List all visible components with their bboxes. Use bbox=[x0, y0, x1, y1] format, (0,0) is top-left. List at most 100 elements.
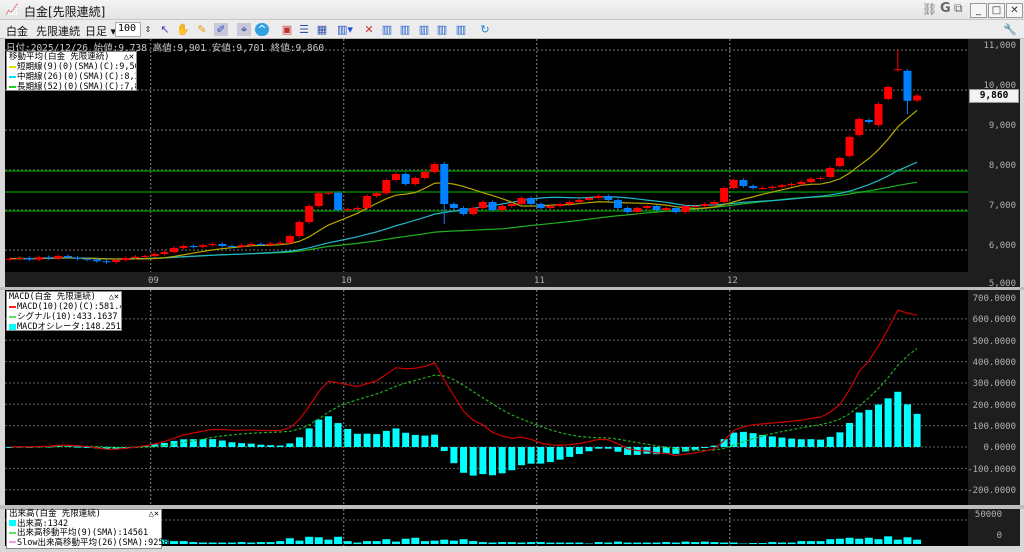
candle-body bbox=[797, 182, 806, 184]
macd-oscillator-bar bbox=[363, 433, 371, 447]
legend-collapse-close-icon[interactable]: △✕ bbox=[109, 292, 119, 302]
macd-oscillator-bar bbox=[826, 436, 834, 447]
candle-body bbox=[913, 95, 922, 101]
macd-oscillator-bar bbox=[595, 447, 603, 449]
candle-body bbox=[575, 200, 584, 202]
macd-oscillator-bar bbox=[575, 447, 583, 455]
candle-body bbox=[334, 192, 343, 210]
candle-body bbox=[565, 202, 574, 204]
candle-body bbox=[749, 186, 758, 188]
macd-oscillator-bar bbox=[797, 439, 805, 447]
candle-body bbox=[585, 198, 593, 200]
candle-body bbox=[469, 208, 478, 214]
volume-bar bbox=[681, 541, 690, 544]
volume-legend[interactable]: 出来高(白金 先限連続) △✕ 出来高:1342 出来高移動平均(9)(SMA):… bbox=[6, 509, 169, 549]
macd-oscillator-bar bbox=[614, 447, 622, 452]
volume-bar bbox=[295, 540, 304, 544]
macd-oscillator-bar bbox=[421, 435, 429, 447]
candle-body bbox=[556, 204, 565, 206]
candle-body bbox=[662, 208, 671, 210]
candle-body bbox=[604, 196, 613, 200]
last-price-label: 9,860 bbox=[969, 89, 1019, 103]
candle-body bbox=[845, 137, 854, 156]
mid-ma-value: 中期線(26)(0)(SMA)(C):8,303 bbox=[17, 72, 137, 82]
macd-legend[interactable]: MACD(白金 先限連続) △✕ MACD(10)(20)(C):581.4150… bbox=[6, 291, 122, 331]
candle-body bbox=[594, 196, 603, 198]
candle-body bbox=[25, 258, 34, 260]
volume-bar bbox=[430, 540, 439, 544]
volume-bar bbox=[835, 538, 844, 544]
volume-bar bbox=[372, 541, 381, 544]
candle-body bbox=[121, 258, 130, 260]
macd-oscillator-bar bbox=[402, 432, 410, 447]
volume-bar bbox=[768, 542, 777, 544]
macd-oscillator-bar bbox=[913, 413, 921, 447]
macd-oscillator-bar bbox=[527, 447, 535, 464]
volume-bar bbox=[652, 542, 661, 544]
candle-body bbox=[527, 198, 536, 204]
macd-oscillator-bar bbox=[691, 447, 699, 450]
candle-body bbox=[141, 256, 150, 257]
macd-swatch bbox=[9, 305, 16, 308]
candle-body bbox=[382, 180, 391, 194]
short-ma-line bbox=[9, 109, 918, 260]
macd-oscillator-bar bbox=[894, 391, 902, 447]
macd-oscillator-bar bbox=[768, 436, 776, 447]
candle-body bbox=[256, 244, 265, 245]
volume-bar bbox=[613, 541, 622, 544]
macd-oscillator-bar bbox=[267, 445, 275, 447]
volume-bar bbox=[189, 542, 198, 544]
short-ma-swatch bbox=[9, 65, 16, 68]
macd-value: MACD(10)(20)(C):581.4150 bbox=[17, 302, 121, 312]
legend-collapse-close-icon[interactable]: △✕ bbox=[149, 509, 159, 520]
candle-body bbox=[372, 193, 381, 196]
macd-oscillator-bar bbox=[739, 431, 747, 447]
candle-body bbox=[864, 120, 873, 122]
candle-body bbox=[63, 256, 72, 258]
macd-oscillator-bar bbox=[884, 398, 892, 447]
candle-body bbox=[710, 202, 719, 204]
candle-body bbox=[681, 206, 690, 212]
volume-bar bbox=[604, 542, 613, 544]
macd-oscillator-bar bbox=[836, 432, 844, 447]
macd-oscillator-bar bbox=[469, 447, 477, 476]
macd-oscillator-bar bbox=[875, 404, 882, 447]
volume-bar bbox=[305, 536, 314, 544]
candle-body bbox=[237, 245, 246, 247]
volume-bar bbox=[594, 542, 603, 544]
macd-oscillator-bar bbox=[431, 434, 439, 447]
legend-collapse-close-icon[interactable]: △✕ bbox=[124, 52, 134, 62]
macd-oscillator-bar bbox=[460, 447, 468, 473]
macd-oscillator-bar bbox=[701, 447, 709, 448]
volume-bar bbox=[411, 537, 420, 544]
volume-bar bbox=[478, 542, 487, 544]
candle-body bbox=[343, 209, 352, 211]
candle-body bbox=[623, 208, 632, 212]
macd-oscillator-bar bbox=[865, 409, 873, 447]
volume-bar bbox=[285, 538, 294, 544]
candle-body bbox=[247, 244, 256, 246]
candle-body bbox=[768, 186, 777, 188]
candle-body bbox=[392, 174, 400, 180]
macd-oscillator-bar bbox=[296, 437, 303, 447]
volume-bar bbox=[382, 539, 391, 544]
macd-oscillator-bar bbox=[382, 430, 390, 447]
candle-body bbox=[816, 178, 825, 179]
macd-oscillator-bar bbox=[537, 447, 545, 464]
macd-oscillator-bar bbox=[305, 428, 313, 447]
candle-body bbox=[778, 185, 786, 187]
candle-body bbox=[478, 202, 487, 208]
candle-body bbox=[613, 200, 622, 208]
candle-body bbox=[44, 257, 53, 259]
candle-body bbox=[227, 246, 236, 247]
ma-legend[interactable]: 移動平均(白金 先限連続) △✕ 短期線(9)(0)(SMA)(C):9,506 … bbox=[6, 51, 137, 91]
volume-bar bbox=[874, 539, 883, 544]
volume-bar bbox=[710, 542, 719, 544]
candle-body bbox=[15, 258, 24, 259]
candle-body bbox=[179, 246, 188, 248]
macd-oscillator-bar bbox=[585, 447, 593, 452]
signal-swatch bbox=[9, 315, 16, 318]
candle-body bbox=[642, 206, 651, 208]
macd-oscillator-bar bbox=[778, 437, 786, 447]
volume-bar bbox=[449, 540, 458, 544]
